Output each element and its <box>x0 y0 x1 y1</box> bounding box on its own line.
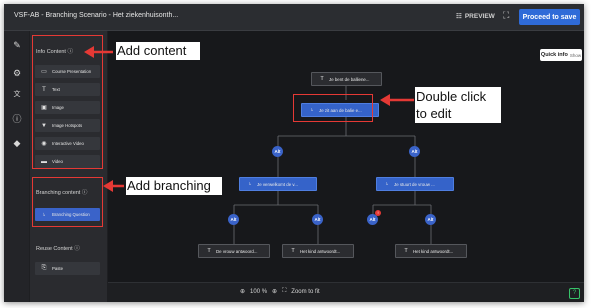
add-content-annotation: Add content <box>117 43 187 58</box>
add-branching-annotation: Add branching <box>127 178 211 193</box>
double-click-annotation: Double click to edit <box>416 89 487 121</box>
annotation-arrows <box>84 46 414 192</box>
